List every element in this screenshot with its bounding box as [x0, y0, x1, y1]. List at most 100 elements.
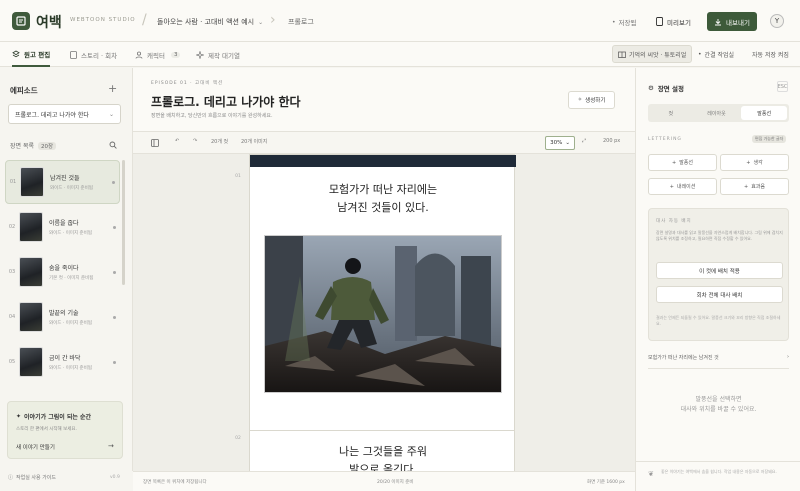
section-label: LETTERING — [648, 137, 682, 142]
tab-story[interactable]: 스토리 · 회차 — [70, 42, 117, 67]
empty-state: 말풍선을 선택하면 대사와 위치를 바꿀 수 있어요. — [680, 396, 757, 413]
breadcrumb[interactable]: 프롤로그 — [288, 17, 314, 27]
save-status: • 저장됨 — [612, 18, 637, 28]
status-dot-icon — [113, 315, 116, 319]
preview-button[interactable]: 미리보기 — [650, 12, 697, 31]
status-dot-icon — [113, 225, 116, 229]
book-icon — [618, 51, 626, 58]
add-speech-bubble-button[interactable]: + 말풍선 — [648, 154, 717, 171]
scene-item[interactable]: 01 남겨진 것들 와이드 · 이미지 준비됨 — [5, 160, 120, 204]
episode-title: 프롤로그. 데리고 나가야 한다 — [151, 95, 301, 109]
episode-sidebar: 에피소드 + 프롤로그. 데리고 나가야 한다 ⌄ 장면 목록 20장 01 남… — [0, 68, 133, 481]
tab-characters[interactable]: 캐릭터 3 — [135, 42, 181, 67]
scene-item[interactable]: 02 이름을 줍다 와이드 · 이미지 준비됨 — [5, 205, 120, 249]
sparkle-icon: ✦ — [16, 413, 22, 420]
guide-link[interactable]: ⓘ 작업실 사용 가이드 — [8, 474, 56, 481]
person-icon — [135, 51, 143, 59]
segment-cut[interactable]: 컷 — [648, 104, 694, 122]
redo-icon[interactable]: ↷ — [193, 138, 197, 144]
project-selector[interactable]: 돌아오는 사람 · 고대비 액션 예시 ⌄ — [157, 17, 263, 27]
status-bar: 장면 목록은 이 위치에 저장됩니다 20/20 이미지 준비 화면 기준 16… — [133, 471, 635, 491]
brand-name: 여백 — [36, 15, 62, 31]
scene-page[interactable]: 나는 그것들을 주워 발으로 옮긴다. — [249, 430, 515, 471]
scene-page[interactable]: 모험가가 떠난 자리에는 남겨진 것들이 있다. — [249, 154, 516, 471]
panel-footer: ❦ 좋은 이야기는 여백에서 숨을 쉽니다. 작업 내용은 자동으로 저장돼요. — [636, 461, 800, 491]
new-story-link[interactable]: 새 이야기 만들기 — [16, 443, 55, 451]
sliders-icon: ⚙ — [648, 84, 654, 92]
help-icon: ⓘ — [8, 475, 14, 481]
expand-icon[interactable]: ⤢ — [582, 138, 586, 144]
zoom-select[interactable]: 30% ⌄ — [545, 136, 575, 150]
row-number: 01 — [235, 174, 241, 179]
apply-to-episode-button[interactable]: 회차 전체 대사 배치 — [656, 286, 783, 303]
top-bar: 여백 WEBTOON STUDIO / 돌아오는 사람 · 고대비 액션 예시 … — [0, 0, 800, 42]
scrollbar[interactable] — [122, 160, 125, 285]
plus-icon[interactable]: + — [108, 82, 117, 95]
status-dot-icon — [113, 360, 116, 364]
scene-item[interactable]: 03 숨을 죽이다 기본 컷 · 이미지 준비됨 — [5, 250, 120, 294]
export-button[interactable]: 내보내기 — [707, 12, 757, 31]
scene-illustration[interactable] — [264, 235, 502, 393]
plus-icon: + — [669, 183, 674, 190]
new-story-card: ✦ 이야기가 그림이 되는 순간 스토리 한 편에서 시작해 보세요. 새 이야… — [7, 401, 123, 459]
scene-count: 20장 — [38, 141, 57, 150]
chevron-down-icon: ⌄ — [258, 18, 264, 26]
phone-icon — [656, 17, 663, 26]
apply-to-cut-button[interactable]: 이 컷에 배치 적용 — [656, 262, 783, 279]
add-thought-button[interactable]: + 생각 — [720, 154, 789, 171]
tutorial-button[interactable]: 기억의 씨앗 · 튜토리얼 — [612, 45, 693, 63]
close-panel-button[interactable]: ESC — [777, 81, 788, 92]
bubble-list-item[interactable]: 모험가가 떠난 자리에는 남겨진 것 › — [648, 354, 789, 361]
page-header-strip — [250, 155, 516, 167]
logo-icon — [12, 12, 30, 30]
scene-thumbnail — [19, 302, 43, 332]
dot-icon: • — [612, 18, 616, 26]
workspace-mode[interactable]: • 간결 작업실 — [693, 45, 739, 63]
document-icon — [70, 50, 77, 59]
auto-placement-card: 대사 자동 배치 장면 설명과 대사를 읽고 말풍선을 자연스럽게 배치합니다.… — [648, 208, 789, 341]
chevron-down-icon: ⌄ — [108, 110, 114, 118]
panel-title: ⚙ 장면 설정 — [648, 84, 685, 93]
scene-thumbnail — [19, 257, 43, 287]
scene-settings-panel: ⚙ 장면 설정 ESC 컷 레이아웃 말풍선 LETTERING 편집 가능한 … — [635, 68, 800, 491]
tab-manuscript[interactable]: 원고 편집 — [12, 42, 51, 67]
magic-wand-icon: ✧ — [577, 97, 583, 103]
brand-subtitle: WEBTOON STUDIO — [70, 17, 136, 23]
scene-item[interactable]: 04 발끝의 기술 와이드 · 이미지 준비됨 — [5, 295, 120, 339]
sidebar-title: 에피소드 — [10, 86, 38, 95]
sparkle-icon — [196, 50, 204, 59]
divider — [648, 368, 789, 369]
scene-list: 01 남겨진 것들 와이드 · 이미지 준비됨 02 이름을 줍다 와이드 · 이미… — [5, 160, 120, 385]
project-name: 돌아오는 사람 · 고대비 액션 예시 — [157, 18, 255, 26]
generate-button[interactable]: ✧ 생성하기 — [568, 91, 615, 109]
segment-speech-bubble[interactable]: 말풍선 — [741, 106, 788, 120]
scene-item[interactable]: 05 금이 간 바닥 와이드 · 이미지 준비됨 — [5, 340, 120, 384]
autosave-status: 자동 저장 켜짐 — [752, 51, 789, 59]
canvas: 01 모험가가 떠난 자리에는 남겨진 것들이 있다. 02 나는 그것들을 주… — [133, 154, 635, 471]
add-narration-button[interactable]: + 내레이션 — [648, 178, 717, 195]
add-sfx-button[interactable]: + 효과음 — [720, 178, 789, 195]
segment-layout[interactable]: 레이아웃 — [694, 104, 740, 122]
panel-toggle-icon[interactable] — [151, 139, 159, 147]
image-total: 20개 이미지 — [241, 139, 268, 145]
tab-bar: 원고 편집 스토리 · 회차 캐릭터 3 제작 대기열 기억의 씨앗 · 튜토리… — [0, 42, 800, 67]
episode-description: 장면을 배치하고, 당신만의 흐름으로 이야기를 완성하세요. — [151, 113, 273, 119]
settings-segmented-control: 컷 레이아웃 말풍선 — [648, 104, 789, 122]
episode-select[interactable]: 프롤로그. 데리고 나가야 한다 ⌄ — [8, 104, 121, 124]
search-icon[interactable] — [109, 141, 117, 149]
canvas-toolbar: ↶ ↷ 20개 컷 20개 이미지 30% ⌄ ⤢ 200 px — [133, 132, 635, 154]
divider: › — [270, 12, 276, 28]
tab-queue[interactable]: 제작 대기열 — [196, 42, 240, 67]
dot-icon: • — [698, 50, 702, 58]
scene-thumbnail — [20, 167, 44, 197]
scene-list-header: 장면 목록 20장 — [10, 141, 57, 150]
avatar[interactable]: Y — [770, 14, 784, 28]
chevron-down-icon: ⌄ — [565, 140, 570, 146]
status-left: 장면 목록은 이 위치에 저장됩니다 — [143, 480, 207, 485]
caption-box[interactable]: 모험가가 떠난 자리에는 남겨진 것들이 있다. — [250, 181, 516, 217]
divider: / — [142, 12, 147, 28]
arrow-right-icon[interactable]: → — [108, 442, 114, 450]
caption-box[interactable]: 나는 그것들을 주워 발으로 옮긴다. — [250, 443, 516, 471]
undo-icon[interactable]: ↶ — [175, 138, 179, 144]
layers-icon — [12, 50, 20, 57]
